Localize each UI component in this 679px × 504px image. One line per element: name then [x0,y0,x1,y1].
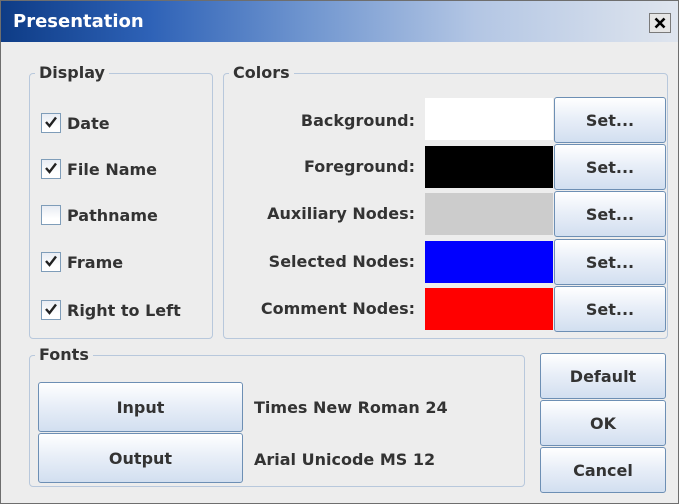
ok-button[interactable]: OK [540,400,666,446]
checkbox-right-to-left[interactable]: Right to Left [41,296,181,324]
check-icon [44,301,58,320]
checkbox-label: Date [67,113,110,133]
checkbox-box[interactable] [41,205,61,225]
button-label: OK [590,413,616,433]
check-icon [44,114,58,133]
close-icon [654,14,666,33]
cancel-button[interactable]: Cancel [540,447,666,493]
checkbox-label: File Name [67,159,158,179]
color-label-auxiliary: Auxiliary Nodes: [267,204,415,223]
close-button[interactable] [649,13,671,33]
title-bar: Presentation [1,1,678,42]
checkbox-date[interactable]: Date [41,109,110,137]
checkbox-pathname[interactable]: Pathname [41,201,158,229]
input-font-button[interactable]: Input [38,382,243,432]
color-label-background: Background: [300,111,415,130]
check-icon [44,253,58,272]
checkbox-label: Pathname [67,205,158,225]
output-font-value: Arial Unicode MS 12 [254,450,436,469]
button-label: Output [108,448,173,468]
check-icon [44,160,58,179]
checkbox-label: Frame [67,252,124,272]
set-auxiliary-button[interactable]: Set... [554,191,666,237]
dialog-title: Presentation [13,11,144,32]
color-label-foreground: Foreground: [304,157,415,176]
color-swatch-background [425,98,553,140]
color-swatch-comment [425,288,553,330]
set-comment-button[interactable]: Set... [554,286,666,332]
color-label-comment: Comment Nodes: [260,299,415,318]
button-label: Set... [585,252,635,272]
color-label-selected: Selected Nodes: [268,252,415,271]
button-label: Set... [585,110,635,130]
set-background-button[interactable]: Set... [554,97,666,143]
default-button[interactable]: Default [540,353,666,399]
checkbox-box[interactable] [41,252,61,272]
button-label: Default [569,366,637,386]
color-swatch-auxiliary [425,193,553,235]
fonts-group-title: Fonts [35,345,93,364]
button-label: Input [116,397,165,417]
colors-group-title: Colors [229,63,294,82]
color-swatch-selected [425,241,553,283]
output-font-button[interactable]: Output [38,433,243,483]
button-label: Set... [585,299,635,319]
presentation-dialog: Presentation Display Date File Name Path… [0,0,679,504]
checkbox-box[interactable] [41,159,61,179]
button-label: Set... [585,204,635,224]
checkbox-frame[interactable]: Frame [41,248,123,276]
input-font-value: Times New Roman 24 [254,398,448,417]
checkbox-label: Right to Left [67,300,181,320]
button-label: Cancel [573,460,633,480]
checkbox-box[interactable] [41,113,61,133]
color-swatch-foreground [425,146,553,188]
display-group-title: Display [35,63,109,82]
checkbox-box[interactable] [41,300,61,320]
set-foreground-button[interactable]: Set... [554,144,666,190]
button-label: Set... [585,157,635,177]
checkbox-file-name[interactable]: File Name [41,155,157,183]
set-selected-button[interactable]: Set... [554,239,666,285]
